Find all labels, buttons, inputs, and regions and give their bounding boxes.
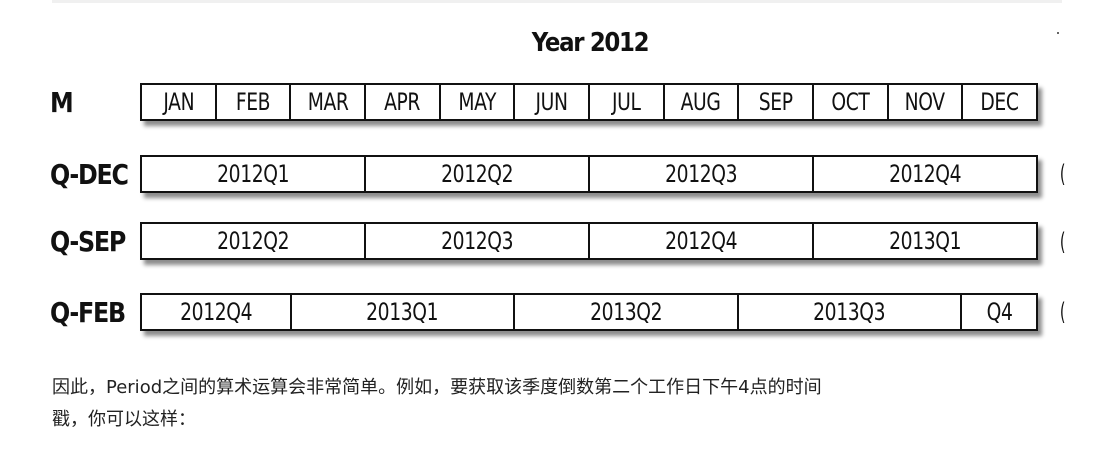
q-dec-cell: 2012Q2 [366,157,590,191]
month-cell: AUG [665,85,740,119]
row-label-q-dec: Q-DEC [50,158,129,191]
month-bar: JAN FEB MAR APR MAY JUN JUL AUG SEP OCT NOV DEC [140,83,1038,121]
month-cell: APR [366,85,441,119]
month-cell: MAY [441,85,516,119]
month-cell-label: JAN [162,88,194,116]
q-sep-bar: 2012Q2 2012Q3 2012Q4 2013Q1 [140,222,1038,260]
q-dec-cell: 2012Q3 [590,157,814,191]
q-feb-cell: Q4 [962,295,1036,329]
paragraph-line-1: 因此，Period之间的算术运算会非常简单。例如，要获取该季度倒数第二个工作日下… [52,377,822,398]
edge-paren-glyph: ( [1059,160,1066,188]
month-cell-label: AUG [681,88,721,116]
edge-paren-glyph: ( [1059,298,1066,326]
q-dec-cell-label: 2012Q2 [441,160,513,188]
figure-title: Year 2012 [531,28,650,58]
q-feb-cell: 2013Q1 [292,295,516,329]
month-cell: OCT [814,85,889,119]
row-label-q-feb: Q-FEB [50,296,126,329]
q-feb-cell-label: 2013Q3 [813,298,886,326]
q-feb-cell-label: 2013Q2 [589,298,662,326]
top-rule [52,0,1062,3]
q-sep-cell: 2013Q1 [814,224,1036,258]
paragraph-line-2: 戳，你可以这样： [52,409,196,430]
month-cell-label: NOV [905,88,946,116]
month-cell: SEP [739,85,815,119]
month-cell-label: DEC [980,88,1020,116]
month-cell: FEB [217,85,292,119]
month-cell: MAR [291,85,367,119]
q-sep-cell-label: 2013Q1 [889,227,961,255]
q-dec-cell-label: 2012Q4 [889,160,961,188]
month-cell-label: APR [384,88,421,116]
q-feb-cell: 2013Q3 [739,295,963,329]
q-sep-cell-label: 2012Q3 [441,227,513,255]
edge-paren-glyph: ( [1059,228,1066,256]
month-cell-label: OCT [831,88,870,116]
month-cell: JUN [515,85,591,119]
q-dec-cell-label: 2012Q3 [665,160,737,188]
q-dec-cell: 2012Q1 [142,157,366,191]
q-feb-bar: 2012Q4 2013Q1 2013Q2 2013Q3 Q4 [140,293,1038,331]
q-sep-cell-label: 2012Q4 [665,227,737,255]
q-sep-cell-label: 2012Q2 [217,227,289,255]
month-cell: JUL [590,85,665,119]
month-cell-label: FEB [235,88,271,116]
row-label-q-sep: Q-SEP [50,225,126,258]
q-dec-cell: 2012Q4 [814,157,1036,191]
q-feb-cell-label: Q4 [986,298,1013,326]
q-sep-cell: 2012Q3 [366,224,590,258]
q-feb-cell-label: 2013Q1 [366,298,439,326]
month-cell: DEC [963,85,1036,119]
month-cell-label: MAY [458,88,496,116]
q-dec-bar: 2012Q1 2012Q2 2012Q3 2012Q4 [140,155,1038,193]
q-sep-cell: 2012Q2 [142,224,366,258]
month-cell-label: JUL [612,88,641,116]
q-sep-cell: 2012Q4 [590,224,814,258]
body-paragraph: 因此，Period之间的算术运算会非常简单。例如，要获取该季度倒数第二个工作日下… [52,372,1062,436]
month-cell-label: MAR [307,88,349,116]
q-feb-cell: 2012Q4 [142,295,292,329]
q-feb-cell-label: 2012Q4 [179,298,252,326]
q-feb-cell: 2013Q2 [515,295,739,329]
row-label-m: M [50,86,74,119]
q-dec-cell-label: 2012Q1 [217,160,289,188]
month-cell: NOV [889,85,964,119]
month-cell-label: SEP [758,88,793,116]
month-cell: JAN [142,85,217,119]
month-cell-label: JUN [535,88,568,116]
edge-mark [1057,32,1059,34]
